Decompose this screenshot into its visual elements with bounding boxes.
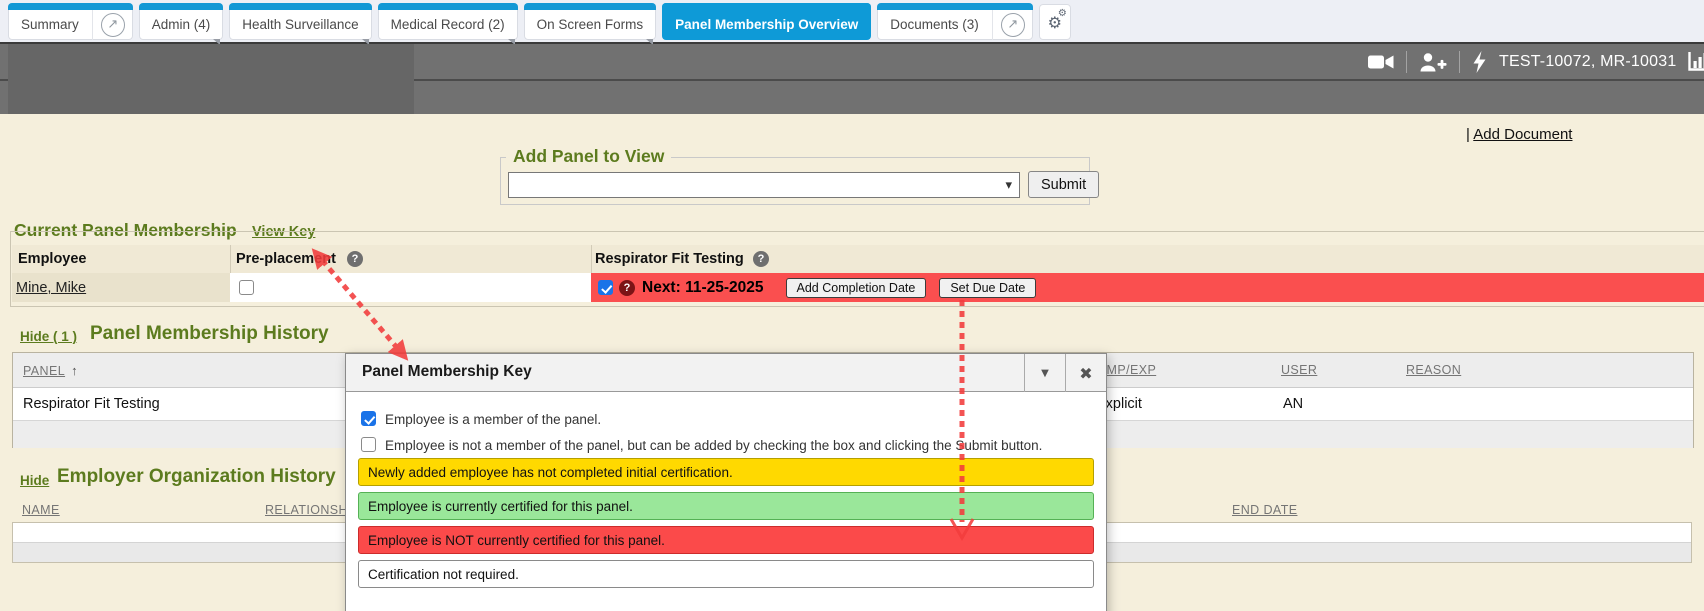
- add-panel-select[interactable]: ▾: [508, 172, 1020, 198]
- tab-documents[interactable]: Documents (3) ↗: [877, 3, 1033, 40]
- minimize-icon: ▼: [1041, 368, 1049, 379]
- history-title: Panel Membership History: [90, 323, 329, 345]
- dialog-close-button[interactable]: ✖: [1065, 354, 1106, 392]
- video-camera-icon[interactable]: [1368, 53, 1394, 71]
- col-reason[interactable]: REASON: [1406, 363, 1461, 377]
- col-respirator-fit-testing: Respirator Fit Testing: [595, 251, 744, 267]
- submit-button[interactable]: Submit: [1028, 171, 1099, 198]
- tab-health-surveillance[interactable]: Health Surveillance: [229, 3, 371, 40]
- hide-employer-link[interactable]: Hide: [20, 473, 49, 488]
- sort-ascending-icon: ↑: [71, 363, 78, 378]
- respirator-status-cell: ? Next: 11-25-2025 Add Completion Date S…: [591, 273, 1704, 302]
- col-pre-placement: Pre-placement: [236, 251, 336, 267]
- tab-medical-record-label: Medical Record (2): [378, 17, 518, 32]
- tab-summary-popout[interactable]: ↗: [92, 9, 133, 40]
- lightning-icon[interactable]: [1472, 51, 1487, 73]
- chevron-down-icon: ▾: [1005, 177, 1012, 193]
- key-row-not-certified-label: Employee is NOT currently certified for …: [368, 533, 665, 548]
- add-completion-date-button[interactable]: Add Completion Date: [786, 278, 927, 298]
- popout-icon: ↗: [1001, 13, 1025, 37]
- employer-title: Employer Organization History: [57, 466, 336, 488]
- set-due-date-button[interactable]: Set Due Date: [939, 278, 1036, 298]
- tab-summary-label: Summary: [8, 17, 92, 32]
- link-separator: |: [1466, 126, 1470, 143]
- tab-settings-button[interactable]: ⚙ ⚙: [1039, 4, 1071, 40]
- add-document-link[interactable]: Add Document: [1473, 126, 1572, 143]
- key-row-not-required-label: Certification not required.: [368, 567, 519, 582]
- key-row-not-required: Certification not required.: [358, 560, 1094, 588]
- tab-panel-membership-overview-label: Panel Membership Overview: [662, 17, 871, 32]
- next-due-label: Next: 11-25-2025: [642, 279, 764, 297]
- col-name[interactable]: NAME: [22, 503, 60, 517]
- respirator-help-icon[interactable]: ?: [753, 251, 769, 267]
- tab-admin[interactable]: Admin (4): [139, 3, 224, 40]
- col-panel[interactable]: PANEL↑: [23, 362, 78, 380]
- key-member-checkbox: [361, 411, 376, 426]
- tab-medical-record[interactable]: Medical Record (2): [378, 3, 518, 40]
- header-separator: [1459, 51, 1460, 73]
- key-row-certified-label: Employee is currently certified for this…: [368, 499, 633, 514]
- employee-name-link[interactable]: Mine, Mike: [16, 280, 86, 296]
- key-member-label: Employee is a member of the panel.: [385, 412, 601, 427]
- key-not-member-label: Employee is not a member of the panel, b…: [385, 438, 1042, 453]
- key-row-not-certified: Employee is NOT currently certified for …: [358, 526, 1094, 554]
- tab-admin-label: Admin (4): [139, 17, 224, 32]
- tab-health-surveillance-label: Health Surveillance: [229, 17, 371, 32]
- key-row-new-employee-label: Newly added employee has not completed i…: [368, 465, 733, 480]
- bar-chart-icon[interactable]: [1688, 52, 1704, 71]
- col-employee: Employee: [18, 251, 87, 267]
- add-person-icon[interactable]: [1419, 52, 1447, 72]
- tab-summary[interactable]: Summary ↗: [8, 3, 133, 40]
- respirator-member-checkbox[interactable]: [598, 280, 613, 295]
- tab-panel-membership-overview[interactable]: Panel Membership Overview: [662, 3, 871, 40]
- pre-placement-cell: [230, 273, 591, 302]
- key-row-certified: Employee is currently certified for this…: [358, 492, 1094, 520]
- record-id: TEST-10072, MR-10031: [1499, 53, 1676, 71]
- gears-icon-small: ⚙: [1058, 8, 1067, 19]
- col-user[interactable]: USER: [1281, 363, 1317, 377]
- col-end-date[interactable]: END DATE: [1232, 503, 1297, 517]
- popout-icon: ↗: [101, 13, 125, 37]
- key-row-new-employee: Newly added employee has not completed i…: [358, 458, 1094, 486]
- add-panel-legend: Add Panel to View: [506, 146, 671, 167]
- tab-documents-label: Documents (3): [877, 17, 992, 32]
- header-separator: [1406, 51, 1407, 73]
- history-row-panel: Respirator Fit Testing: [23, 396, 160, 412]
- add-document-row: | Add Document: [1466, 126, 1572, 143]
- panel-membership-overview-page: Summary ↗ Admin (4) Health Surveillance …: [0, 0, 1704, 611]
- respirator-status-help-icon[interactable]: ?: [619, 280, 635, 296]
- header-overlay-panel: [8, 44, 414, 114]
- dialog-minimize-button[interactable]: ▼: [1024, 354, 1065, 392]
- dialog-title: Panel Membership Key: [362, 363, 532, 381]
- hide-history-link[interactable]: Hide ( 1 ): [20, 329, 77, 344]
- history-row-user: AN: [1283, 396, 1303, 412]
- key-not-member-checkbox: [361, 437, 376, 452]
- tab-on-screen-forms-label: On Screen Forms: [524, 17, 657, 32]
- pre-placement-checkbox[interactable]: [239, 280, 254, 295]
- pre-placement-help-icon[interactable]: ?: [347, 251, 363, 267]
- tab-documents-popout[interactable]: ↗: [992, 9, 1033, 40]
- tab-bar: Summary ↗ Admin (4) Health Surveillance …: [0, 0, 1704, 44]
- close-icon: ✖: [1079, 364, 1092, 383]
- tab-on-screen-forms[interactable]: On Screen Forms: [524, 3, 657, 40]
- panel-membership-key-dialog: Panel Membership Key ▼ ✖ Employee is a m…: [345, 353, 1107, 611]
